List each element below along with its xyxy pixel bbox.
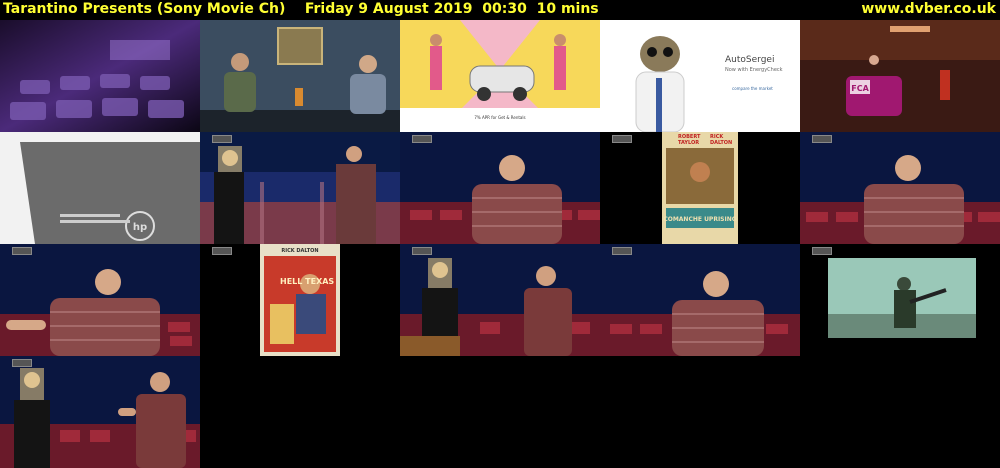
thumbnail-16[interactable] xyxy=(0,356,200,468)
channel-logo-icon xyxy=(412,247,432,255)
fca-advert-image: FCA xyxy=(800,20,1000,132)
hp-logo: hp xyxy=(133,222,147,233)
channel-logo-icon xyxy=(812,247,832,255)
thumbnail-10[interactable] xyxy=(800,132,1000,244)
thumbnail-11[interactable] xyxy=(0,244,200,356)
brand-text: AutoSergei xyxy=(725,55,774,65)
thumbnail-4[interactable]: AutoSergei Now with EnergyCheck compare … xyxy=(600,20,800,132)
thumbnail-8[interactable] xyxy=(400,132,600,244)
thumbnail-3[interactable]: 7% APR for Get & Rentals xyxy=(400,20,600,132)
tarantino-interview-image xyxy=(800,132,1000,244)
poster-top-text: RICK DALTON xyxy=(281,248,318,254)
header-bar: Tarantino Presents (Sony Movie Ch) Frida… xyxy=(0,0,1000,18)
comanche-uprising-poster-image: ROBERT RICK TAYLOR DALTON COMANCHE UPRIS… xyxy=(600,132,800,244)
interview-two-people-image xyxy=(0,356,200,468)
programme-title: Tarantino Presents (Sony Movie Ch) Frida… xyxy=(3,1,599,17)
channel-logo-icon xyxy=(612,247,632,255)
tarantino-interview-image xyxy=(0,244,200,356)
brand-subtitle: Now with EnergyCheck xyxy=(725,67,783,73)
channel-logo-icon xyxy=(12,359,32,367)
ctm-logo: compare the market xyxy=(732,86,773,91)
meerkat-advert-image: AutoSergei Now with EnergyCheck compare … xyxy=(600,20,800,132)
site-link[interactable]: www.dvber.co.uk xyxy=(861,0,996,18)
fca-logo: FCA xyxy=(851,84,869,93)
poster-top-text: DALTON xyxy=(710,140,732,146)
film-still-soldier-image xyxy=(800,244,1000,356)
channel-logo-icon xyxy=(212,135,232,143)
channel-logo-icon xyxy=(212,247,232,255)
tarantino-interview-image xyxy=(600,244,800,356)
channel-logo-icon xyxy=(812,135,832,143)
thumbnail-5[interactable]: FCA xyxy=(800,20,1000,132)
interview-two-people-image xyxy=(400,244,600,356)
thumbnail-7[interactable] xyxy=(200,132,400,244)
channel-logo-icon xyxy=(12,247,32,255)
poster-title: HELL TEXAS xyxy=(280,277,334,286)
thumbnail-2[interactable] xyxy=(200,20,400,132)
thumbnail-6[interactable]: hp xyxy=(0,132,200,244)
channel-logo-icon xyxy=(612,135,632,143)
thumbnail-13[interactable] xyxy=(400,244,600,356)
interview-two-people-image xyxy=(200,132,400,244)
car-advert-image: 7% APR for Get & Rentals xyxy=(400,20,600,132)
thumbnail-14[interactable] xyxy=(600,244,800,356)
thumbnail-15[interactable] xyxy=(800,244,1000,356)
thumbnail-12[interactable]: RICK DALTON HELL TEXAS xyxy=(200,244,400,356)
thumbnail-1[interactable] xyxy=(0,20,200,132)
thumbnail-9[interactable]: ROBERT RICK TAYLOR DALTON COMANCHE UPRIS… xyxy=(600,132,800,244)
cinema-seats-image xyxy=(0,20,200,132)
channel-logo-icon xyxy=(412,135,432,143)
poster-top-text: TAYLOR xyxy=(678,140,699,146)
hell-texas-poster-image: RICK DALTON HELL TEXAS xyxy=(200,244,400,356)
interview-room-image xyxy=(200,20,400,132)
laptop-advert-image: hp xyxy=(0,132,200,244)
poster-title: COMANCHE UPRISING xyxy=(663,216,736,223)
advert-caption: 7% APR for Get & Rentals xyxy=(474,115,525,120)
tarantino-interview-image xyxy=(400,132,600,244)
